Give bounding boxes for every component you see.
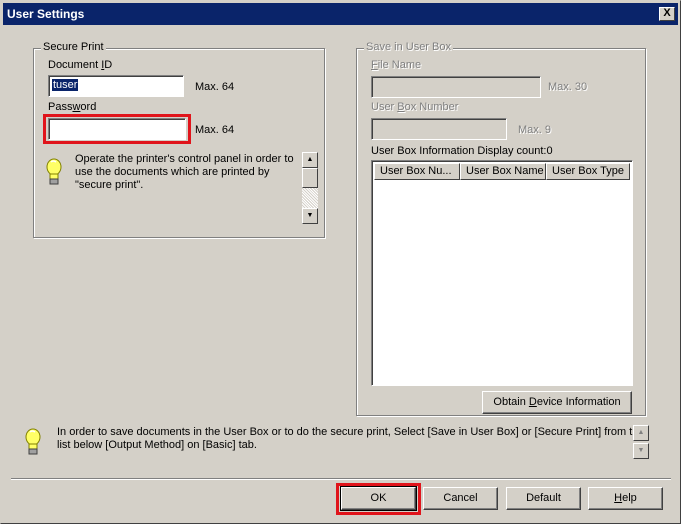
box-number-max: Max. 9: [518, 124, 552, 136]
document-id-max: Max. 64: [195, 81, 235, 93]
title-bar: User Settings X: [3, 3, 678, 25]
column-user-box-name[interactable]: User Box Name: [460, 163, 546, 180]
user-box-list-header: User Box Nu... User Box Name User Box Ty…: [374, 163, 630, 180]
password-label: Password: [48, 101, 97, 113]
document-id-label: Document ID: [48, 59, 113, 71]
box-number-label: User Box Number: [371, 101, 459, 113]
box-number-field[interactable]: [371, 118, 507, 140]
obtain-device-information-button[interactable]: Obtain Device Information: [482, 391, 632, 414]
lightbulb-icon: [25, 428, 41, 455]
secure-print-legend: Secure Print: [41, 41, 106, 53]
lightbulb-icon: [46, 158, 62, 185]
document-id-value: tuser: [52, 79, 79, 91]
user-box-legend: Save in User Box: [364, 41, 453, 53]
footer-separator: [11, 478, 671, 480]
footer-scroll-up-button[interactable]: ▲: [633, 425, 649, 441]
default-button[interactable]: Default: [506, 487, 581, 510]
user-box-list[interactable]: User Box Nu... User Box Name User Box Ty…: [371, 160, 633, 386]
secure-print-hint: Operate the printer's control panel in o…: [75, 153, 294, 191]
scroll-down-button[interactable]: ▼: [302, 208, 318, 224]
footer-hint: In order to save documents in the User B…: [57, 426, 645, 451]
column-user-box-type[interactable]: User Box Type: [546, 163, 630, 180]
user-settings-dialog: User Settings X Secure Print Document ID…: [0, 0, 681, 524]
help-button[interactable]: Help: [588, 487, 663, 510]
close-button[interactable]: X: [659, 7, 675, 21]
ok-highlight: [336, 483, 421, 515]
file-name-label: File Name: [371, 59, 422, 71]
close-icon: X: [663, 7, 671, 19]
password-max: Max. 64: [195, 124, 235, 136]
scroll-thumb[interactable]: [302, 168, 318, 188]
footer-scroll-down-button[interactable]: ▼: [633, 443, 649, 459]
file-name-max: Max. 30: [548, 81, 588, 93]
password-highlight: [43, 114, 191, 144]
user-box-info-label: User Box Information Display count:0: [371, 145, 553, 157]
window-title: User Settings: [7, 7, 85, 21]
column-user-box-number[interactable]: User Box Nu...: [374, 163, 460, 180]
secure-print-hint-scrollbar[interactable]: ▲ ▼: [302, 152, 318, 224]
footer-hint-scrollbar[interactable]: ▲ ▼: [633, 425, 649, 459]
cancel-button[interactable]: Cancel: [423, 487, 498, 510]
file-name-field[interactable]: [371, 76, 541, 98]
scroll-up-button[interactable]: ▲: [302, 152, 318, 168]
document-id-field[interactable]: tuser: [48, 75, 184, 97]
